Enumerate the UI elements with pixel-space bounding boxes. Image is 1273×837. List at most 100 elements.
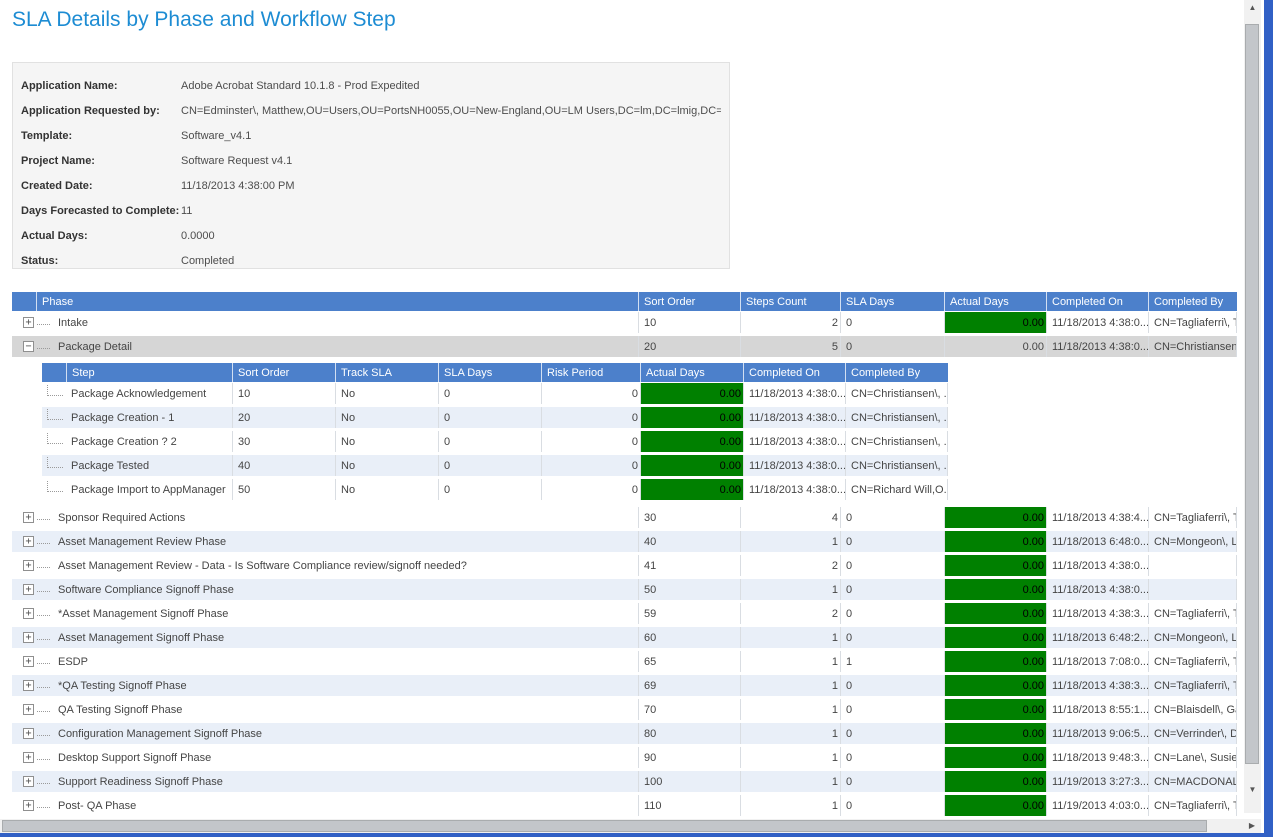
window-border-bottom <box>0 833 1273 837</box>
expand-icon[interactable]: + <box>23 584 34 595</box>
completed-on-cell: 11/18/2013 6:48:2... <box>1046 627 1148 648</box>
row-expander-cell: + <box>12 771 36 792</box>
phase-row[interactable]: +Support Readiness Signoff Phase100100.0… <box>12 770 1237 794</box>
phase-row[interactable]: +Asset Management Review Phase40100.0011… <box>12 530 1237 554</box>
phase-row[interactable]: +Configuration Management Signoff Phase8… <box>12 722 1237 746</box>
expand-icon[interactable]: + <box>23 704 34 715</box>
phase-row[interactable]: +*Asset Management Signoff Phase59200.00… <box>12 602 1237 626</box>
info-field-label: Status: <box>21 255 181 267</box>
expand-icon[interactable]: + <box>23 728 34 739</box>
horizontal-scrollbar-thumb[interactable] <box>2 820 1207 832</box>
phase-row[interactable]: +*QA Testing Signoff Phase69100.0011/18/… <box>12 674 1237 698</box>
sla-phase-grid: PhaseSort OrderSteps CountSLA DaysActual… <box>12 292 1237 818</box>
completed-on-cell: 11/18/2013 4:38:0... <box>1046 555 1148 576</box>
actual-days-cell: 0.00 <box>640 479 743 500</box>
expand-icon[interactable]: + <box>23 656 34 667</box>
actual-days-cell: 0.00 <box>944 795 1046 816</box>
column-header-phase: Phase <box>36 292 638 311</box>
phase-name: Configuration Management Signoff Phase <box>58 728 262 740</box>
vertical-scrollbar-thumb[interactable] <box>1245 24 1259 764</box>
phase-row[interactable]: −Package Detail20500.0011/18/2013 4:38:0… <box>12 335 1237 359</box>
risk-period-cell: 0 <box>541 479 640 500</box>
sort-order-cell: 90 <box>638 747 740 768</box>
completed-by-cell: CN=Christiansen\, ... <box>845 431 948 452</box>
sort-order-cell: 70 <box>638 699 740 720</box>
application-info-panel: Application Name:Adobe Acrobat Standard … <box>12 62 730 269</box>
info-field-row: Actual Days:0.0000 <box>21 223 721 248</box>
expand-icon[interactable]: + <box>23 632 34 643</box>
row-expander-cell: + <box>12 723 36 744</box>
header-spacer-cell <box>42 363 66 382</box>
phase-row[interactable]: +Post- QA Phase110100.0011/19/2013 4:03:… <box>12 794 1237 818</box>
expand-icon[interactable]: + <box>23 512 34 523</box>
steps-count-cell: 2 <box>740 312 840 333</box>
tree-dots-icon <box>37 615 50 616</box>
step-row[interactable]: Package Creation - 120No000.0011/18/2013… <box>42 406 948 430</box>
horizontal-scrollbar[interactable]: ▶ <box>0 819 1261 833</box>
phase-row[interactable]: +Sponsor Required Actions30400.0011/18/2… <box>12 506 1237 530</box>
phase-row[interactable]: +ESDP65110.0011/18/2013 7:08:0...CN=Tagl… <box>12 650 1237 674</box>
completed-by-cell: CN=Tagliaferri\, Ta... <box>1148 603 1237 624</box>
phase-cell: Support Readiness Signoff Phase <box>36 771 638 792</box>
sla-days-cell: 0 <box>840 312 944 333</box>
info-field-label: Application Name: <box>21 80 181 92</box>
expand-icon[interactable]: + <box>23 560 34 571</box>
expand-icon[interactable]: + <box>23 752 34 763</box>
scroll-down-icon[interactable]: ▼ <box>1244 786 1261 794</box>
phase-row[interactable]: +Software Compliance Signoff Phase50100.… <box>12 578 1237 602</box>
vertical-scrollbar[interactable]: ▲ ▼ <box>1244 0 1261 813</box>
phase-cell: Asset Management Signoff Phase <box>36 627 638 648</box>
expand-icon[interactable]: + <box>23 608 34 619</box>
sort-order-cell: 50 <box>638 579 740 600</box>
phase-cell: *Asset Management Signoff Phase <box>36 603 638 624</box>
info-field-row: Project Name:Software Request v4.1 <box>21 148 721 173</box>
risk-period-cell: 0 <box>541 383 640 404</box>
phase-cell: Sponsor Required Actions <box>36 507 638 528</box>
column-header-steps-count: Steps Count <box>740 292 840 311</box>
expand-icon[interactable]: + <box>23 317 34 328</box>
scroll-right-icon[interactable]: ▶ <box>1245 822 1259 830</box>
collapse-icon[interactable]: − <box>23 341 34 352</box>
tree-dots-icon <box>37 711 50 712</box>
step-row[interactable]: Package Tested40No000.0011/18/2013 4:38:… <box>42 454 948 478</box>
tree-dots-icon <box>37 567 50 568</box>
scroll-up-icon[interactable]: ▲ <box>1244 4 1261 12</box>
phase-row[interactable]: +Intake10200.0011/18/2013 4:38:0...CN=Ta… <box>12 311 1237 335</box>
phase-row[interactable]: +Asset Management Signoff Phase60100.001… <box>12 626 1237 650</box>
steps-count-cell: 1 <box>740 579 840 600</box>
row-expander-cell: + <box>12 555 36 576</box>
sla-days-cell: 0 <box>438 431 541 452</box>
step-row[interactable]: Package Import to AppManager50No000.0011… <box>42 478 948 502</box>
phase-row[interactable]: +Asset Management Review - Data - Is Sof… <box>12 554 1237 578</box>
tree-connector-icon <box>47 385 63 396</box>
sort-order-cell: 110 <box>638 795 740 816</box>
phase-cell: *QA Testing Signoff Phase <box>36 675 638 696</box>
sla-days-cell: 0 <box>438 407 541 428</box>
phase-name: QA Testing Signoff Phase <box>58 704 182 716</box>
info-field-value: Adobe Acrobat Standard 10.1.8 - Prod Exp… <box>181 80 420 92</box>
completed-on-cell: 11/18/2013 9:48:3... <box>1046 747 1148 768</box>
sort-order-cell: 10 <box>638 312 740 333</box>
sla-days-cell: 0 <box>438 479 541 500</box>
phase-row[interactable]: +QA Testing Signoff Phase70100.0011/18/2… <box>12 698 1237 722</box>
info-field-row: Created Date:11/18/2013 4:38:00 PM <box>21 173 721 198</box>
expand-icon[interactable]: + <box>23 776 34 787</box>
step-row[interactable]: Package Creation ? 230No000.0011/18/2013… <box>42 430 948 454</box>
expand-icon[interactable]: + <box>23 680 34 691</box>
tree-dots-icon <box>37 519 50 520</box>
row-expander-cell: + <box>12 312 36 333</box>
phase-cell: Asset Management Review Phase <box>36 531 638 552</box>
tree-dots-icon <box>37 663 50 664</box>
step-row[interactable]: Package Acknowledgement10No000.0011/18/2… <box>42 382 948 406</box>
column-header-track-sla: Track SLA <box>335 363 438 382</box>
tree-connector-icon <box>47 433 63 444</box>
tree-dots-icon <box>37 735 50 736</box>
completed-on-cell: 11/18/2013 7:08:0... <box>1046 651 1148 672</box>
phase-cell: Desktop Support Signoff Phase <box>36 747 638 768</box>
expand-icon[interactable]: + <box>23 800 34 811</box>
sort-order-cell: 59 <box>638 603 740 624</box>
info-field-value: 0.0000 <box>181 230 215 242</box>
expand-icon[interactable]: + <box>23 536 34 547</box>
completed-on-cell: 11/18/2013 4:38:0... <box>743 455 845 476</box>
phase-row[interactable]: +Desktop Support Signoff Phase90100.0011… <box>12 746 1237 770</box>
